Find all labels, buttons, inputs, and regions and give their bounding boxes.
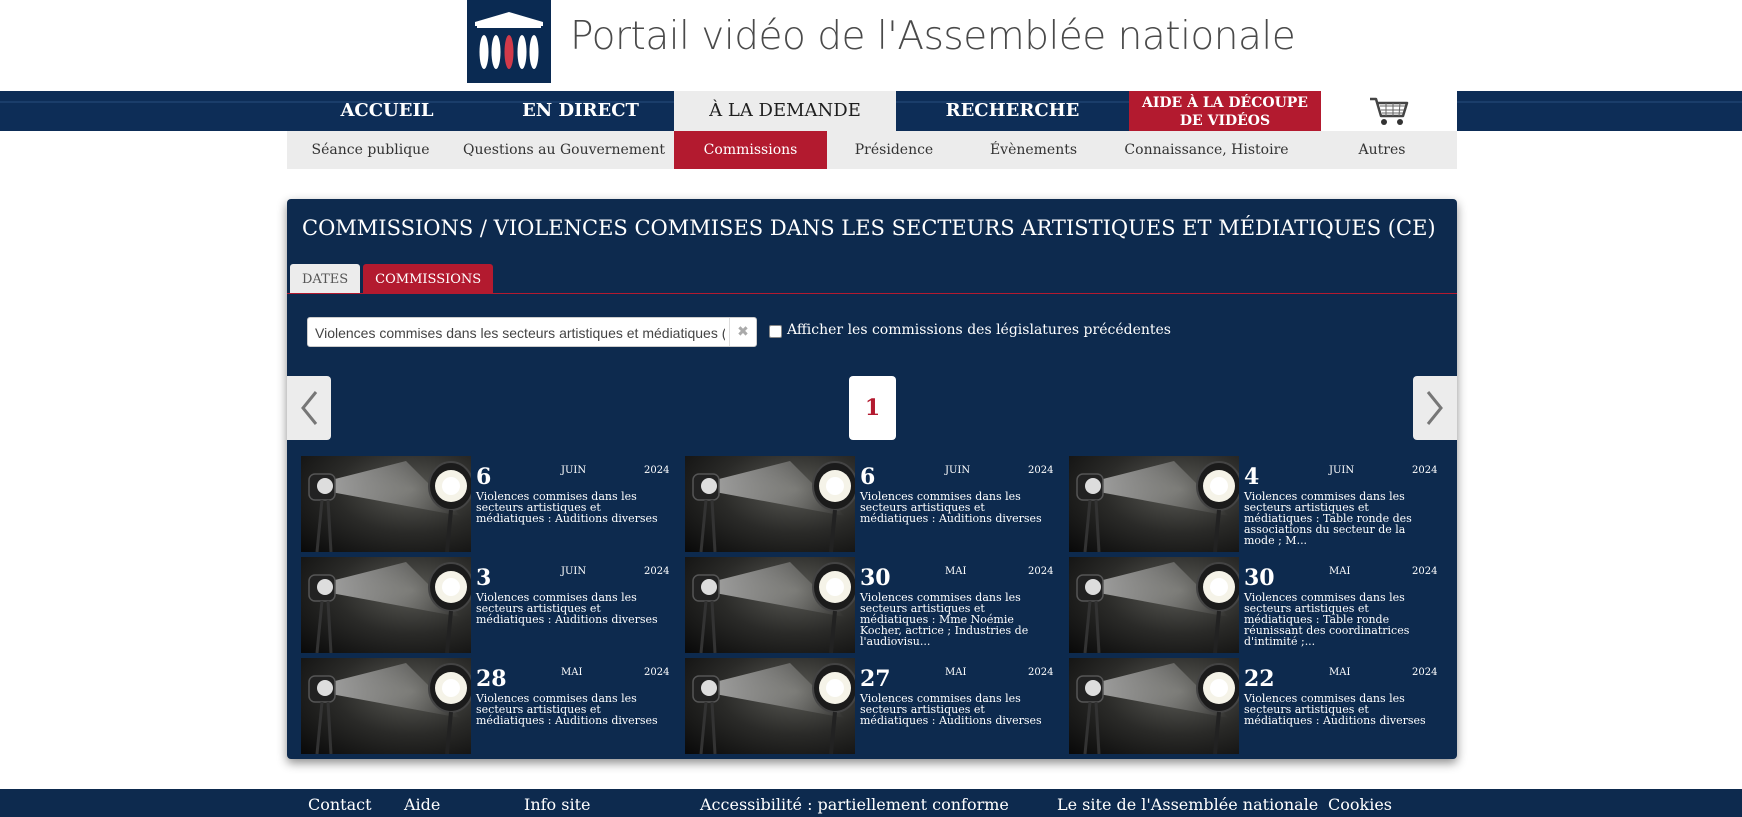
- video-month: MAI: [1329, 566, 1351, 577]
- video-thumbnail: [301, 557, 471, 653]
- video-year: 2024: [644, 465, 670, 476]
- video-card[interactable]: 28 MAI 2024 Violences commises dans les …: [301, 658, 671, 754]
- video-thumbnail: [685, 557, 855, 653]
- nav-recherche[interactable]: RECHERCHE: [896, 91, 1129, 131]
- video-month: JUIN: [945, 465, 971, 476]
- video-month: JUIN: [561, 465, 587, 476]
- video-card[interactable]: 6 JUIN 2024 Violences commises dans les …: [301, 456, 671, 552]
- video-title: Violences commises dans les secteurs art…: [1244, 490, 1412, 547]
- nav-accueil[interactable]: ACCUEIL: [287, 91, 487, 131]
- chevron-right-icon: [1426, 391, 1443, 425]
- video-card[interactable]: 22 MAI 2024 Violences commises dans les …: [1069, 658, 1439, 754]
- chevron-left-icon: [301, 391, 318, 425]
- cart-icon: [1370, 97, 1409, 125]
- main-nav: ACCUEIL EN DIRECT À LA DEMANDE RECHERCHE…: [287, 91, 1457, 131]
- footer-aide[interactable]: Aide: [404, 795, 440, 814]
- nav-aide-line1: AIDE À LA DÉCOUPE: [1142, 95, 1308, 111]
- video-card[interactable]: 27 MAI 2024 Violences commises dans les …: [685, 658, 1055, 754]
- video-day: 4: [1244, 464, 1260, 490]
- commissions-panel: COMMISSIONS / VIOLENCES COMMISES DANS LE…: [287, 199, 1457, 759]
- video-year: 2024: [644, 566, 670, 577]
- video-month: JUIN: [561, 566, 587, 577]
- video-day: 28: [476, 666, 507, 692]
- video-month: MAI: [945, 667, 967, 678]
- previous-legislatures-checkbox[interactable]: [769, 325, 782, 338]
- video-thumbnail: [685, 456, 855, 552]
- commission-select[interactable]: Violences commises dans les secteurs art…: [307, 317, 757, 347]
- prev-page-button[interactable]: [287, 376, 331, 440]
- video-title: Violences commises dans les secteurs art…: [1244, 591, 1410, 648]
- video-year: 2024: [1028, 566, 1054, 577]
- video-day: 30: [1244, 565, 1275, 591]
- video-title: Violences commises dans les secteurs art…: [860, 692, 1042, 727]
- tab-commissions[interactable]: COMMISSIONS: [363, 264, 494, 294]
- video-title: Violences commises dans les secteurs art…: [1244, 692, 1426, 727]
- video-thumbnail: [1069, 456, 1239, 552]
- footer-cookies[interactable]: Cookies: [1328, 795, 1392, 814]
- video-card[interactable]: 30 MAI 2024 Violences commises dans les …: [1069, 557, 1439, 653]
- video-day: 22: [1244, 666, 1275, 692]
- video-day: 3: [476, 565, 492, 591]
- site-title: Portail vidéo de l'Assemblée nationale: [570, 14, 1296, 59]
- nav-a-la-demande[interactable]: À LA DEMANDE: [674, 91, 896, 131]
- video-month: MAI: [1329, 667, 1351, 678]
- video-title: Violences commises dans les secteurs art…: [860, 490, 1042, 525]
- video-month: JUIN: [1329, 465, 1355, 476]
- video-thumbnail: [685, 658, 855, 754]
- commission-select-value: Violences commises dans les secteurs art…: [315, 325, 725, 341]
- video-year: 2024: [1028, 465, 1054, 476]
- video-day: 6: [476, 464, 492, 490]
- assemblee-logo[interactable]: [467, 0, 551, 83]
- next-page-button[interactable]: [1413, 376, 1457, 440]
- video-thumbnail: [1069, 557, 1239, 653]
- video-thumbnail: [1069, 658, 1239, 754]
- cart-button[interactable]: [1321, 91, 1457, 131]
- video-month: MAI: [561, 667, 583, 678]
- page-number[interactable]: 1: [849, 376, 896, 440]
- subnav-commissions[interactable]: Commissions: [674, 131, 827, 169]
- video-thumbnail: [301, 456, 471, 552]
- video-title: Violences commises dans les secteurs art…: [476, 490, 658, 525]
- subnav-autres[interactable]: Autres: [1307, 131, 1457, 169]
- video-card[interactable]: 30 MAI 2024 Violences commises dans les …: [685, 557, 1055, 653]
- previous-legislatures-label: Afficher les commissions des législature…: [787, 322, 1171, 338]
- video-title: Violences commises dans les secteurs art…: [476, 692, 658, 727]
- video-day: 6: [860, 464, 876, 490]
- subnav-seance-publique[interactable]: Séance publique: [287, 131, 454, 169]
- footer-site-assemblee[interactable]: Le site de l'Assemblée nationale: [1057, 795, 1318, 814]
- tab-dates[interactable]: DATES: [290, 264, 361, 294]
- nav-en-direct[interactable]: EN DIRECT: [487, 91, 674, 131]
- video-thumbnail: [301, 658, 471, 754]
- nav-aide-line2: DE VIDÉOS: [1179, 113, 1271, 129]
- subnav-presidence[interactable]: Présidence: [827, 131, 961, 169]
- video-year: 2024: [1412, 566, 1438, 577]
- site-footer: Contact Aide Info site Accessibilité : p…: [0, 789, 1742, 817]
- site-header: Portail vidéo de l'Assemblée nationale: [0, 0, 1742, 91]
- video-year: 2024: [1412, 465, 1438, 476]
- video-card[interactable]: 3 JUIN 2024 Violences commises dans les …: [301, 557, 671, 653]
- video-year: 2024: [1028, 667, 1054, 678]
- footer-contact[interactable]: Contact: [308, 795, 372, 814]
- panel-title: COMMISSIONS / VIOLENCES COMMISES DANS LE…: [302, 216, 1436, 240]
- footer-accessibilite[interactable]: Accessibilité : partiellement conforme: [700, 795, 1009, 814]
- video-card[interactable]: 6 JUIN 2024 Violences commises dans les …: [685, 456, 1055, 552]
- panel-tabs: DATES COMMISSIONS: [290, 264, 494, 294]
- video-year: 2024: [644, 667, 670, 678]
- subnav-evenements[interactable]: Évènements: [961, 131, 1106, 169]
- subnav-questions-gouvernement[interactable]: Questions au Gouvernement: [454, 131, 674, 169]
- nav-aide-decoupe[interactable]: AIDE À LA DÉCOUPE DE VIDÉOS: [1129, 91, 1321, 131]
- video-title: Violences commises dans les secteurs art…: [860, 591, 1029, 648]
- video-title: Violences commises dans les secteurs art…: [476, 591, 658, 626]
- footer-info-site[interactable]: Info site: [524, 795, 591, 814]
- subnav-connaissance-histoire[interactable]: Connaissance, Histoire: [1106, 131, 1307, 169]
- video-month: MAI: [945, 566, 967, 577]
- video-year: 2024: [1412, 667, 1438, 678]
- clear-icon[interactable]: ✖: [729, 318, 756, 346]
- sub-nav: Séance publique Questions au Gouvernemen…: [287, 131, 1457, 169]
- video-card[interactable]: 4 JUIN 2024 Violences commises dans les …: [1069, 456, 1439, 552]
- video-day: 27: [860, 666, 891, 692]
- tab-underline: [287, 293, 1457, 294]
- video-day: 30: [860, 565, 891, 591]
